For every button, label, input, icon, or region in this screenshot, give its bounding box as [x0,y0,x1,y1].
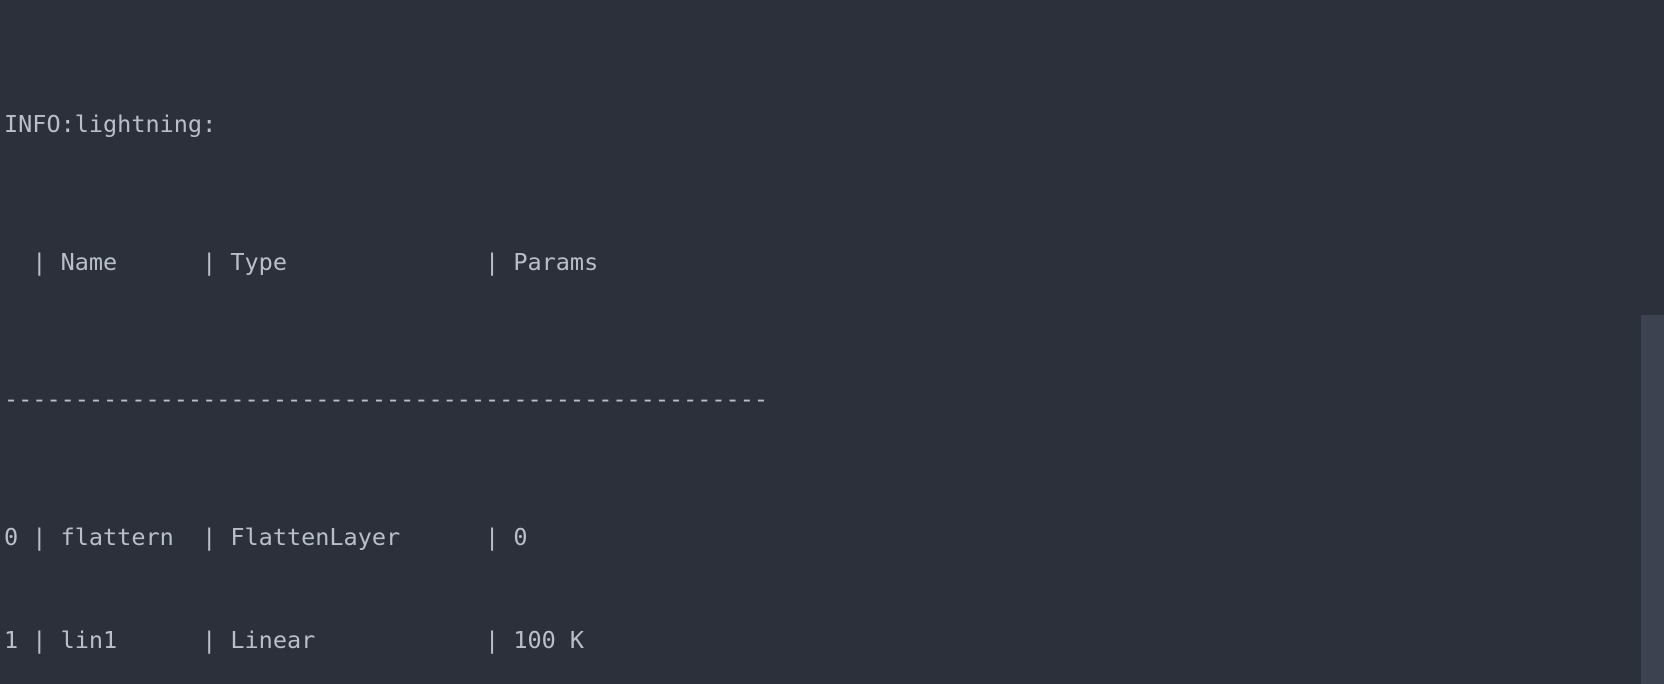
model-table-separator-top: ----------------------------------------… [4,385,769,414]
vertical-scrollbar[interactable] [1641,315,1664,684]
model-table-header: | Name | Type | Params [4,247,599,276]
table-row: 1 | lin1 | Linear | 100 K [4,626,585,655]
logger-line: INFO:lightning: [4,110,217,139]
terminal-output-pane[interactable]: INFO:lightning: | Name | Type | Params -… [0,0,1664,684]
table-row: 0 | flattern | FlattenLayer | 0 [4,523,528,552]
